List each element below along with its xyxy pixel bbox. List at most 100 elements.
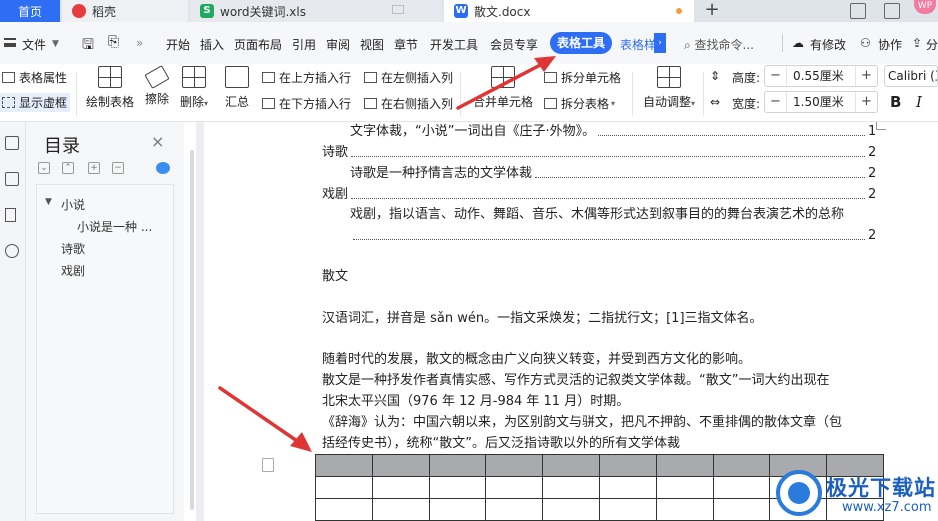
changes-button[interactable]: 有修改: [810, 36, 846, 53]
export-icon[interactable]: ⎘: [108, 34, 119, 50]
toc-panel-icon[interactable]: [5, 136, 19, 150]
summary-button[interactable]: 汇总: [225, 66, 249, 110]
chevron-down-icon[interactable]: ▼: [45, 197, 52, 207]
save-icon[interactable]: 🖫: [82, 34, 94, 58]
toc-item-drama[interactable]: 戏剧: [61, 262, 85, 279]
tab-docx[interactable]: W 散文.docx: [444, 0, 694, 22]
menu-references[interactable]: 引用: [292, 36, 316, 53]
avatar[interactable]: WP: [914, 0, 936, 14]
width-increase-button[interactable]: +: [855, 92, 877, 112]
delete-button[interactable]: 删除▾: [180, 66, 208, 110]
insert-row-below-button[interactable]: 在下方插入行: [262, 95, 351, 112]
table-cell[interactable]: [371, 454, 430, 477]
table-cell[interactable]: [655, 476, 714, 499]
table-cell[interactable]: [598, 498, 657, 521]
table-cell[interactable]: [485, 498, 544, 521]
paragraph[interactable]: 《辞海》认为：中国六朝以来，为区别韵文与骈文，把凡不押韵、不重排偶的散体文章（包: [322, 414, 842, 432]
smart-toc-icon[interactable]: [156, 162, 170, 174]
table-props-button[interactable]: 表格属性: [2, 69, 67, 86]
height-decrease-button[interactable]: −: [765, 66, 787, 86]
table-cell[interactable]: [712, 476, 771, 499]
table-cell[interactable]: [712, 454, 771, 477]
draw-table-button[interactable]: 绘制表格: [86, 66, 134, 110]
table-cell[interactable]: [485, 476, 544, 499]
tab-home[interactable]: 首页: [0, 0, 60, 22]
remove-heading-icon[interactable]: −: [112, 162, 124, 174]
paragraph[interactable]: 汉语词汇，拼音是 sǎn wén。一指文采焕发；二指扰行文；[1]三指文体名。: [322, 310, 763, 328]
paragraph[interactable]: 北宋太平兴国（976 年 12 月-984 年 11 月）时期。: [322, 393, 629, 411]
table-cell[interactable]: [598, 454, 657, 477]
table-cell[interactable]: [428, 476, 487, 499]
share-button[interactable]: 分: [926, 36, 938, 53]
bold-button[interactable]: B: [890, 93, 901, 111]
height-increase-button[interactable]: +: [855, 66, 877, 86]
toc-entry-text[interactable]: 戏剧，指以语言、动作、舞蹈、音乐、木偶等形式达到叙事目的的舞台表演艺术的总称: [350, 206, 876, 224]
table-cell[interactable]: [315, 476, 373, 499]
search-icon[interactable]: [5, 244, 19, 258]
paragraph[interactable]: 括经传史书），统称“散文”。后又泛指诗歌以外的所有文学体裁: [322, 435, 680, 453]
toc-entry[interactable]: 诗歌是一种抒情言志的文学体裁 2: [350, 165, 876, 183]
toc-entry[interactable]: 文字体裁，“小说”一词出自《庄子·外物》。 1: [350, 123, 876, 141]
table-cell[interactable]: [315, 498, 373, 521]
table-cell[interactable]: [371, 498, 430, 521]
heading-prose[interactable]: 散文: [322, 268, 348, 286]
table-cell[interactable]: [542, 498, 600, 521]
add-tab-button[interactable]: +: [700, 0, 724, 22]
height-field[interactable]: − 0.55厘米 +: [764, 65, 878, 87]
navigation-icon[interactable]: [5, 172, 19, 186]
collapse-up-icon[interactable]: ⌃: [62, 162, 74, 174]
menu-chapter[interactable]: 章节: [394, 36, 418, 53]
table-cell[interactable]: [712, 498, 771, 521]
table-cell[interactable]: [542, 454, 600, 477]
tab-daoke[interactable]: 稻壳: [62, 0, 188, 22]
eraser-icon: [144, 65, 170, 89]
scrollbar[interactable]: [190, 150, 194, 510]
collapse-down-icon[interactable]: ⌄: [38, 162, 50, 174]
menu-view[interactable]: 视图: [360, 36, 384, 53]
table-cell[interactable]: [598, 476, 657, 499]
close-icon[interactable]: ×: [151, 132, 164, 151]
table-cell[interactable]: [428, 498, 487, 521]
toc-entry[interactable]: 2: [350, 227, 876, 245]
erase-button[interactable]: 擦除: [144, 65, 170, 107]
menu-table-style[interactable]: 表格样: [620, 36, 656, 53]
paragraph[interactable]: 散文是一种抒发作者真情实感、写作方式灵活的记叙类文学体裁。“散文”一词大约出现在: [322, 372, 829, 390]
toc-entry-page: 2: [868, 187, 877, 202]
paragraph[interactable]: 随着时代的发展，散文的概念由广义向狭义转变，并受到西方文化的影响。: [322, 351, 751, 369]
menu-insert[interactable]: 插入: [200, 36, 224, 53]
toc-entry[interactable]: 诗歌 2: [322, 144, 876, 162]
menu-review[interactable]: 审阅: [326, 36, 350, 53]
width-decrease-button[interactable]: −: [765, 92, 787, 112]
toc-entry[interactable]: 戏剧 2: [322, 186, 876, 204]
document-handle-icon[interactable]: [262, 458, 274, 472]
table-cell[interactable]: [315, 454, 373, 477]
add-heading-icon[interactable]: +: [88, 162, 100, 174]
bookmark-icon[interactable]: [5, 208, 16, 222]
italic-button[interactable]: I: [916, 93, 922, 111]
apps-grid-icon[interactable]: [884, 3, 900, 19]
auto-fit-button[interactable]: 自动调整▾: [643, 66, 695, 110]
window-layout-icon[interactable]: [850, 3, 866, 19]
menu-file[interactable]: 文件: [22, 36, 46, 53]
menu-start[interactable]: 开始: [166, 36, 190, 53]
toc-item-novel-sub[interactable]: 小说是一种 ...: [77, 218, 152, 235]
table-cell[interactable]: [371, 476, 430, 499]
search-input[interactable]: ⌕ 查找命令...: [684, 36, 754, 53]
more-icon[interactable]: »: [136, 36, 143, 50]
scroll-right-icon[interactable]: ›: [654, 33, 666, 53]
table-cell[interactable]: [542, 476, 600, 499]
insert-row-above-button[interactable]: 在上方插入行: [262, 69, 351, 86]
width-field[interactable]: − 1.50厘米 +: [764, 91, 878, 113]
toc-item-poetry[interactable]: 诗歌: [61, 240, 85, 257]
collab-button[interactable]: 协作: [878, 36, 902, 53]
hamburger-menu-icon[interactable]: [4, 38, 16, 47]
table-cell[interactable]: [655, 498, 714, 521]
tab-xls[interactable]: S word关键词.xls: [190, 0, 442, 22]
toc-item-novel[interactable]: 小说: [61, 196, 85, 213]
table-cell[interactable]: [485, 454, 544, 477]
font-name-select[interactable]: Calibri (正: [884, 65, 938, 87]
table-cell[interactable]: [655, 454, 714, 477]
menu-page-layout[interactable]: 页面布局: [234, 36, 282, 53]
table-cell[interactable]: [428, 454, 487, 477]
show-gridlines-button[interactable]: 显示虚框: [0, 93, 71, 112]
